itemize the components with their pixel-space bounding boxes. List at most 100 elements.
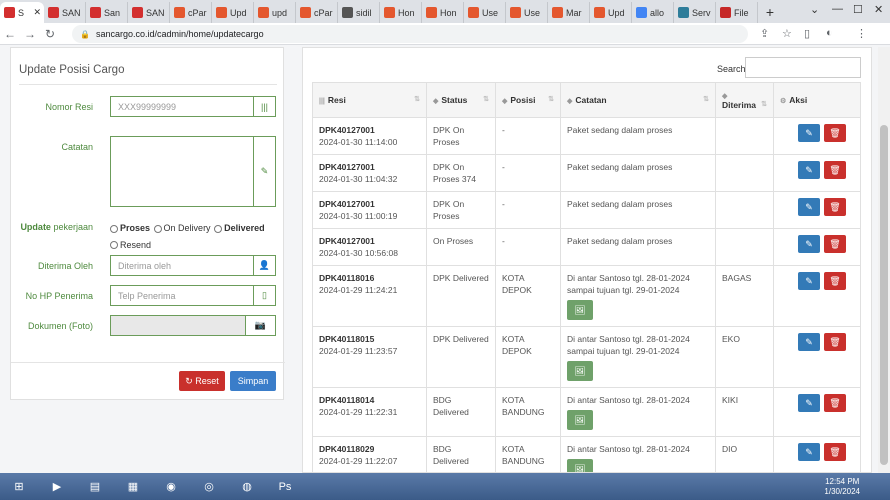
sidebar-icon[interactable]: ▯	[804, 27, 810, 40]
form-title: Update Posisi Cargo	[19, 64, 125, 76]
reset-button[interactable]: ↻ Reset	[179, 371, 225, 391]
cell-diterima: DIO	[715, 436, 774, 472]
image-icon[interactable]: 🖼	[567, 410, 593, 430]
menu-icon[interactable]: ⋮	[856, 27, 867, 40]
browser-tab[interactable]: Use	[464, 2, 506, 23]
image-icon[interactable]: 🖼	[567, 459, 593, 472]
browser-tab[interactable]: File	[716, 2, 758, 23]
app-icon[interactable]: ▦	[114, 474, 152, 499]
hp-field[interactable]: Telp Penerima ▯	[110, 285, 276, 306]
bookmark-star-icon[interactable]: ☆	[782, 27, 792, 40]
dokumen-field[interactable]: 📷	[110, 315, 276, 336]
col-status[interactable]: ◆ Status ⇅	[426, 82, 496, 118]
sort-icon: ⇅	[761, 101, 767, 108]
dokumen-input[interactable]	[111, 316, 245, 335]
url-field[interactable]: 🔒 sancargo.co.id/cadmin/home/updatecargo	[72, 25, 748, 43]
delete-button[interactable]: 🗑	[824, 198, 846, 216]
col-catatan[interactable]: ◆ Catatan ⇅	[560, 82, 716, 118]
browser-tab[interactable]: cPar	[296, 2, 338, 23]
edit-button[interactable]: ✎	[798, 161, 820, 179]
image-icon[interactable]: 🖼	[567, 361, 593, 381]
chrome-profile-icon[interactable]: ◍	[228, 474, 266, 499]
delete-button[interactable]: 🗑	[824, 161, 846, 179]
browser-tab[interactable]: Use	[506, 2, 548, 23]
edit-button[interactable]: ✎	[798, 235, 820, 253]
browser-tab[interactable]: Hon	[422, 2, 464, 23]
phone-icon: ▯	[253, 286, 275, 305]
radio-proses[interactable]: Proses	[110, 221, 150, 236]
col-resi[interactable]: ||| Resi ⇅	[312, 82, 427, 118]
browser-tab[interactable]: Upd	[590, 2, 632, 23]
browser-tab[interactable]: Hon	[380, 2, 422, 23]
cell-posisi: -	[495, 154, 561, 192]
cell-aksi: ✎ 🗑	[773, 154, 861, 192]
back-icon[interactable]: ←	[0, 27, 20, 41]
edit-button[interactable]: ✎	[798, 124, 820, 142]
url-text: sancargo.co.id/cadmin/home/updatecargo	[95, 29, 264, 39]
col-posisi[interactable]: ◆ Posisi ⇅	[495, 82, 561, 118]
diterima-field[interactable]: Diterima oleh 👤	[110, 255, 276, 276]
close-window-icon[interactable]: ✕	[874, 3, 883, 16]
browser-tab[interactable]: cPar	[170, 2, 212, 23]
cell-catatan: Di antar Santoso tgl. 28-01-2024 sampai …	[560, 265, 716, 327]
browser-tab[interactable]: upd	[254, 2, 296, 23]
hp-input[interactable]: Telp Penerima	[111, 286, 253, 305]
delete-button[interactable]: 🗑	[824, 235, 846, 253]
resi-input[interactable]: XXX99999999	[111, 97, 253, 116]
delete-button[interactable]: 🗑	[824, 124, 846, 142]
barcode-icon[interactable]: |||	[253, 97, 275, 116]
cell-status: BDG Delivered	[426, 436, 496, 472]
share-icon[interactable]: ⇪	[760, 27, 769, 40]
extension-icon[interactable]: ◐	[826, 27, 833, 39]
radio-on-delivery[interactable]: On Delivery	[153, 221, 211, 236]
delete-button[interactable]: 🗑	[824, 394, 846, 412]
delete-button[interactable]: 🗑	[824, 443, 846, 461]
catatan-textarea[interactable]	[111, 137, 253, 206]
edit-button[interactable]: ✎	[798, 333, 820, 351]
new-tab-button[interactable]: +	[758, 2, 782, 23]
delete-button[interactable]: 🗑	[824, 333, 846, 351]
media-player-icon[interactable]: ▶	[38, 474, 76, 499]
radio-resend[interactable]: Resend	[110, 238, 151, 253]
browser-tab[interactable]: SAN	[44, 2, 86, 23]
browser-tab[interactable]: Serv	[674, 2, 716, 23]
browser-tab[interactable]: San	[86, 2, 128, 23]
catatan-field[interactable]: ✎	[110, 136, 276, 207]
edit-button[interactable]: ✎	[798, 272, 820, 290]
maximize-icon[interactable]: ☐	[853, 3, 863, 16]
browser-tab[interactable]: Mar	[548, 2, 590, 23]
minimize-icon[interactable]: —	[832, 3, 843, 15]
firefox-icon[interactable]: ◉	[152, 474, 190, 499]
browser-tab[interactable]: S ✕	[0, 2, 44, 23]
camera-icon[interactable]: 📷	[245, 316, 275, 335]
search-input[interactable]	[745, 57, 861, 78]
update-form-card: Update Posisi Cargo Nomor Resi XXX999999…	[10, 47, 285, 400]
windows-taskbar: ⊞ ▶ ▤ ▦ ◉ ◎ ◍ Ps 12:54 PM 1/30/2024	[0, 473, 890, 500]
chrome-icon[interactable]: ◎	[190, 474, 228, 499]
clock[interactable]: 12:54 PM 1/30/2024	[824, 477, 860, 497]
cell-posisi: KOTA BANDUNG	[495, 387, 561, 437]
browser-tab[interactable]: allo	[632, 2, 674, 23]
resi-number: DPK40118029	[319, 444, 375, 454]
simpan-button[interactable]: Simpan	[230, 371, 276, 391]
delete-button[interactable]: 🗑	[824, 272, 846, 290]
radio-delivered[interactable]: Delivered	[214, 221, 265, 236]
image-icon[interactable]: 🖼	[567, 300, 593, 320]
browser-tab[interactable]: SAN	[128, 2, 170, 23]
browser-tab[interactable]: sidil	[338, 2, 380, 23]
reload-icon[interactable]: ↻	[40, 27, 60, 41]
forward-icon[interactable]: →	[20, 27, 40, 41]
edit-button[interactable]: ✎	[798, 198, 820, 216]
edit-button[interactable]: ✎	[798, 394, 820, 412]
resi-field[interactable]: XXX99999999 |||	[110, 96, 276, 117]
explorer-icon[interactable]: ▤	[76, 474, 114, 499]
tab-search-icon[interactable]: ⌄	[810, 3, 819, 16]
scrollbar-thumb[interactable]	[880, 125, 888, 465]
diterima-input[interactable]: Diterima oleh	[111, 256, 253, 275]
tab-close-icon[interactable]: ✕	[33, 7, 41, 18]
browser-tab[interactable]: Upd	[212, 2, 254, 23]
edit-button[interactable]: ✎	[798, 443, 820, 461]
col-diterima[interactable]: ◆ Diterima ⇅	[715, 82, 774, 118]
start-button[interactable]: ⊞	[0, 474, 38, 499]
photoshop-icon[interactable]: Ps	[266, 474, 304, 499]
